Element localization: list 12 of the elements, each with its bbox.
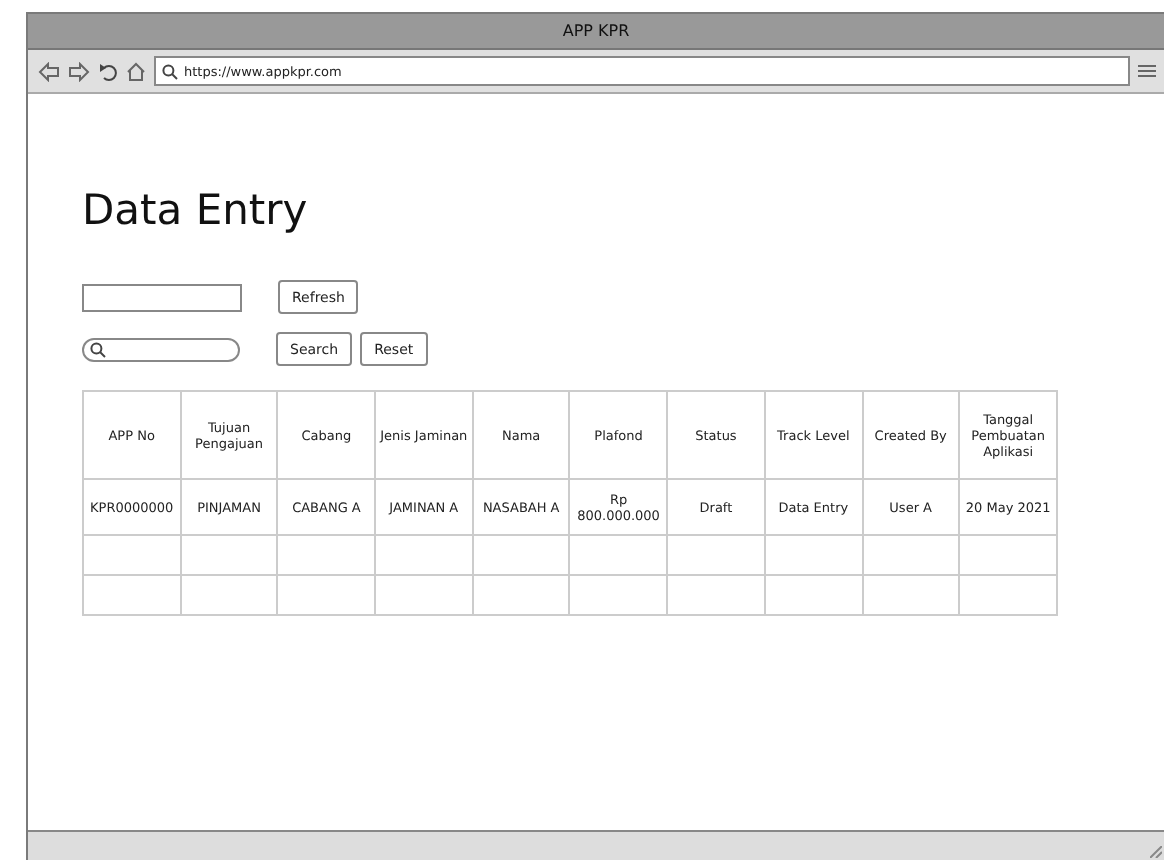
search-field[interactable]: [82, 337, 240, 361]
menu-icon[interactable]: [1138, 64, 1156, 78]
back-icon[interactable]: [38, 61, 60, 81]
reload-icon[interactable]: [98, 61, 118, 81]
search-icon: [90, 341, 106, 357]
window-title: APP KPR: [28, 14, 1164, 50]
resize-grip-icon[interactable]: [1150, 846, 1162, 858]
search-icon: [162, 63, 178, 79]
input-field[interactable]: [82, 283, 242, 311]
forward-icon[interactable]: [68, 61, 90, 81]
page-heading: Data Entry: [82, 186, 308, 234]
home-icon[interactable]: [126, 61, 146, 81]
